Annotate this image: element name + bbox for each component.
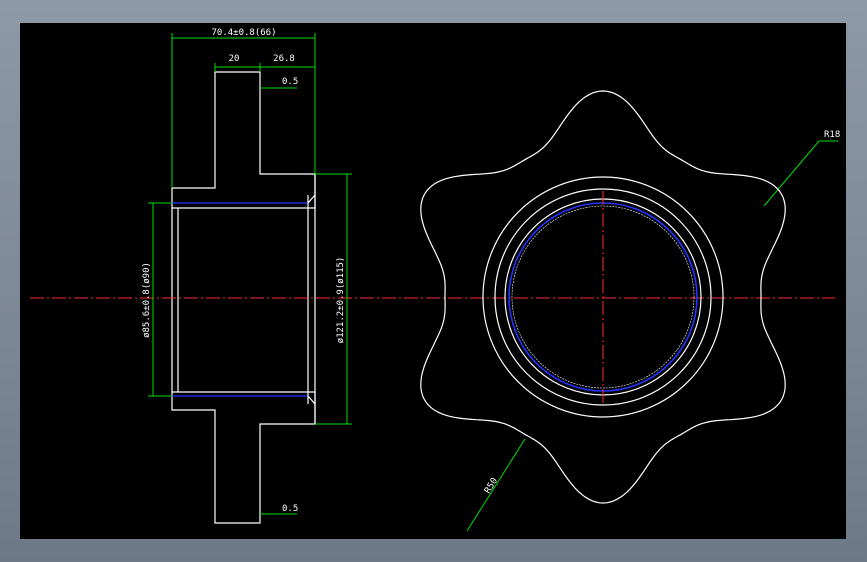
cad-drawing: 70.4±0.8(66) 20 26.8 0.5 0.5 ø85.6±0.8(ø… (30, 28, 840, 532)
dim-radius-tip: R18 (824, 130, 840, 140)
dim-outer-diameter: ø121.2±0.9(ø115) (336, 257, 346, 344)
cad-canvas[interactable]: 70.4±0.8(66) 20 26.8 0.5 0.5 ø85.6±0.8(ø… (20, 23, 846, 539)
dim-overall-length: 70.4±0.8(66) (211, 28, 276, 38)
front-view (420, 90, 786, 504)
dim-flange-width: 20 (229, 54, 240, 64)
dimension-labels: 70.4±0.8(66) 20 26.8 0.5 0.5 ø85.6±0.8(ø… (142, 28, 840, 514)
dim-chamfer-top: 0.5 (282, 77, 298, 87)
section-hatch-upper (171, 71, 316, 209)
dim-inner-diameter: ø85.6±0.8(ø90) (142, 262, 152, 338)
dim-hub-length: 26.8 (273, 54, 295, 64)
dimension-lines (148, 33, 838, 532)
dim-chamfer-bottom: 0.5 (282, 504, 298, 514)
dim-radius-root: R50 (483, 476, 500, 495)
